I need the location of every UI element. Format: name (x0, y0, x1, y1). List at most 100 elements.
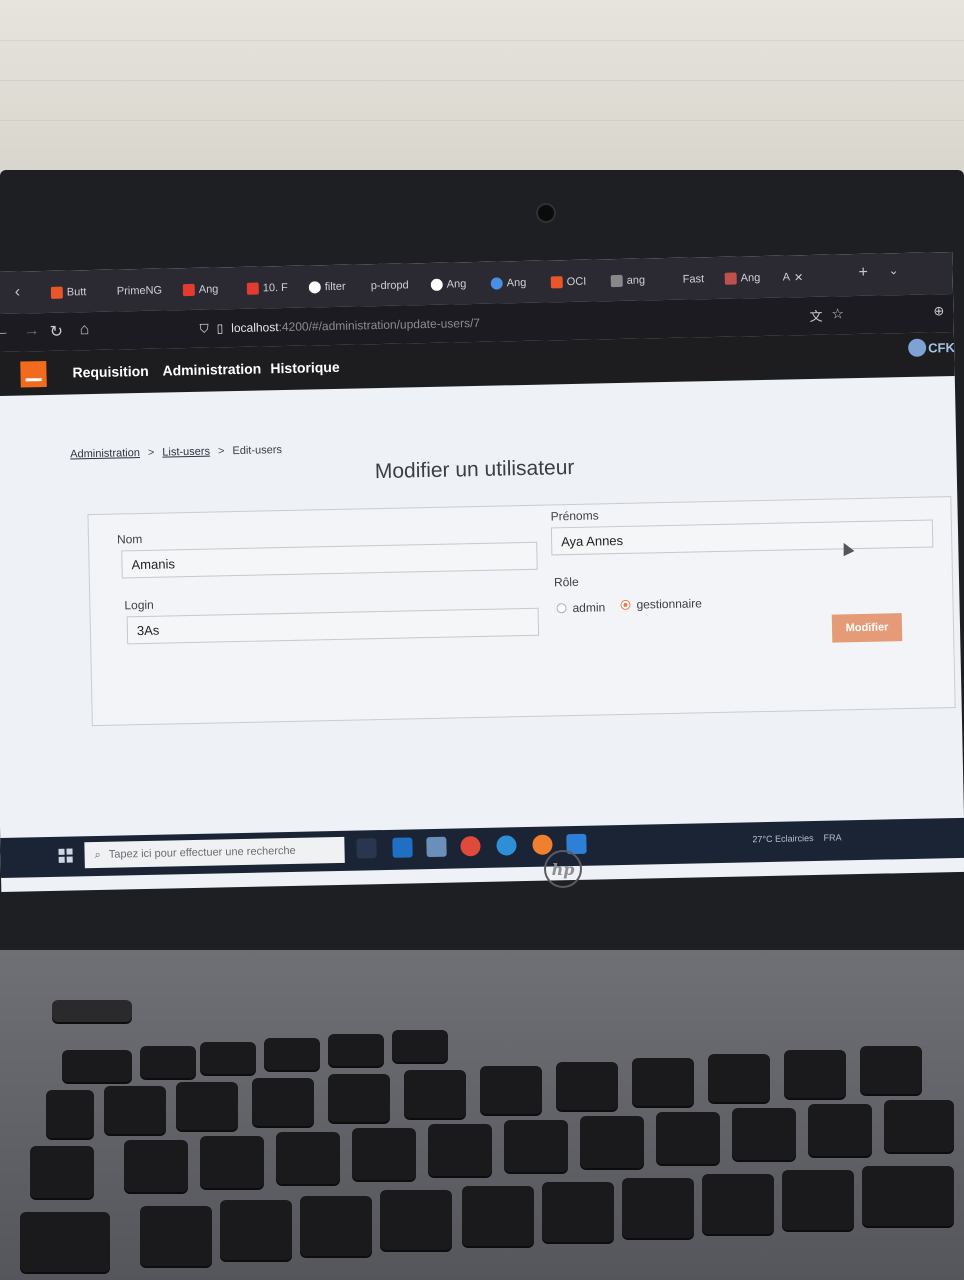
keyboard-key[interactable] (622, 1178, 694, 1238)
browser-tab-active[interactable]: A ✕ (782, 267, 822, 288)
prenoms-field[interactable]: Aya Annes (550, 519, 934, 556)
edge-icon[interactable] (496, 835, 517, 856)
keyboard-key[interactable] (30, 1146, 94, 1198)
firefox-icon[interactable] (532, 834, 553, 855)
keyboard-key[interactable] (542, 1182, 614, 1242)
browser-tab[interactable]: PrimeNG (117, 280, 173, 301)
keyboard-key[interactable] (328, 1034, 384, 1066)
nav-administration[interactable]: Administration (162, 360, 261, 378)
radio-checked-icon[interactable] (620, 599, 631, 611)
keyboard-key[interactable] (632, 1058, 694, 1106)
brand-logo[interactable] (20, 360, 47, 388)
keyboard-key[interactable] (462, 1186, 534, 1246)
keyboard-key[interactable] (176, 1082, 238, 1130)
keyboard-key[interactable] (808, 1104, 872, 1156)
keyboard-key[interactable] (862, 1166, 954, 1226)
browser-tab[interactable]: Ang (182, 279, 235, 300)
login-field[interactable]: 3As (126, 607, 540, 645)
weather-text[interactable]: 27°C Eclaircies (752, 833, 813, 844)
keyboard-key[interactable] (140, 1206, 212, 1266)
role-option-label: gestionnaire (636, 596, 703, 612)
back-icon[interactable]: ← (0, 323, 10, 341)
tabs-back-icon[interactable]: ‹ (15, 284, 21, 302)
language-indicator[interactable]: FRA (823, 832, 841, 842)
browser-tab[interactable]: Fast (682, 269, 718, 290)
shield-icon: ⛉ (199, 321, 209, 336)
wordpress-icon (430, 278, 443, 291)
browser-tab[interactable]: Butt (50, 282, 99, 303)
windows-start-icon[interactable] (58, 848, 73, 863)
keyboard-key[interactable] (708, 1054, 770, 1102)
keyboard-key[interactable] (380, 1190, 452, 1250)
keyboard-key[interactable] (140, 1046, 196, 1078)
keyboard-key[interactable] (276, 1132, 340, 1184)
user-menu[interactable]: CFK (907, 338, 955, 357)
translate-icon[interactable]: 文 (809, 306, 822, 325)
keyboard-key[interactable] (62, 1050, 132, 1082)
keyboard-key[interactable] (702, 1174, 774, 1234)
keyboard-key[interactable] (104, 1086, 166, 1134)
nav-requisition[interactable]: Requisition (72, 363, 149, 381)
modifier-button[interactable]: Modifier (831, 613, 903, 643)
app-icon[interactable] (460, 835, 481, 857)
keyboard-key[interactable] (504, 1120, 568, 1172)
bookmark-star-icon[interactable]: ☆ (831, 305, 844, 322)
tab-label: A (782, 271, 791, 284)
keyboard-key[interactable] (860, 1046, 922, 1094)
keyboard-key[interactable] (732, 1108, 796, 1160)
keyboard-key[interactable] (264, 1038, 320, 1070)
keyboard-key[interactable] (656, 1112, 720, 1164)
power-button[interactable] (52, 1000, 132, 1022)
radio-unchecked-icon[interactable] (556, 603, 567, 614)
breadcrumb-list-users[interactable]: List-users (162, 446, 210, 459)
keyboard-key[interactable] (328, 1074, 390, 1122)
task-view-icon[interactable] (356, 838, 377, 859)
breadcrumb-administration[interactable]: Administration (70, 447, 140, 460)
forward-icon[interactable]: → (23, 322, 39, 340)
keyboard-key[interactable] (20, 1212, 110, 1272)
keyboard-key[interactable] (124, 1140, 188, 1192)
youtube-icon (246, 282, 259, 295)
keyboard-key[interactable] (556, 1062, 618, 1110)
keyboard-key[interactable] (404, 1070, 466, 1118)
chevron-down-icon[interactable]: ⌄ (888, 263, 898, 277)
extensions-icon[interactable]: ⊕ (933, 303, 944, 319)
browser-tab[interactable]: Ang (724, 268, 774, 289)
keyboard-key[interactable] (220, 1200, 292, 1260)
photos-icon[interactable] (426, 836, 447, 858)
browser-tab[interactable]: Ang (430, 274, 483, 295)
breadcrumb-separator: > (217, 445, 225, 458)
edit-user-form: Nom Amanis Login 3As Prénoms Aya Annes R… (87, 496, 956, 727)
keyboard-key[interactable] (352, 1128, 416, 1180)
new-tab-icon[interactable]: + (858, 264, 868, 282)
nav-historique[interactable]: Historique (270, 359, 340, 376)
keyboard-key[interactable] (784, 1050, 846, 1098)
keyboard-key[interactable] (428, 1124, 492, 1176)
nom-field[interactable]: Amanis (121, 541, 538, 579)
keyboard-key[interactable] (46, 1090, 94, 1138)
tab-label: filter (324, 280, 346, 294)
keyboard-key[interactable] (392, 1030, 448, 1062)
keyboard-key[interactable] (200, 1136, 264, 1188)
browser-tab[interactable]: ang (610, 270, 660, 291)
browser-tab[interactable]: filter (308, 276, 363, 297)
keyboard-key[interactable] (782, 1170, 854, 1230)
keyboard-key[interactable] (480, 1066, 542, 1114)
role-radio-admin[interactable]: admin (556, 600, 605, 615)
keyboard-key[interactable] (300, 1196, 372, 1256)
taskbar-search[interactable]: ⌕ Tapez ici pour effectuer une recherche (84, 836, 345, 869)
keyboard-key[interactable] (884, 1100, 954, 1152)
prenoms-label: Prénoms (550, 508, 599, 524)
home-icon[interactable]: ⌂ (79, 321, 89, 339)
browser-tab[interactable]: Ang (490, 273, 543, 294)
keyboard-key[interactable] (252, 1078, 314, 1126)
role-radio-gestionnaire[interactable]: gestionnaire (620, 596, 702, 612)
keyboard-key[interactable] (200, 1042, 256, 1074)
browser-tab[interactable]: p-dropd (371, 275, 425, 296)
outlook-icon[interactable] (392, 837, 413, 858)
close-icon[interactable]: ✕ (794, 271, 803, 284)
browser-tab[interactable]: OCI (550, 271, 603, 292)
browser-tab[interactable]: 10. F (246, 278, 299, 299)
reload-icon[interactable]: ↻ (49, 322, 63, 342)
keyboard-key[interactable] (580, 1116, 644, 1168)
